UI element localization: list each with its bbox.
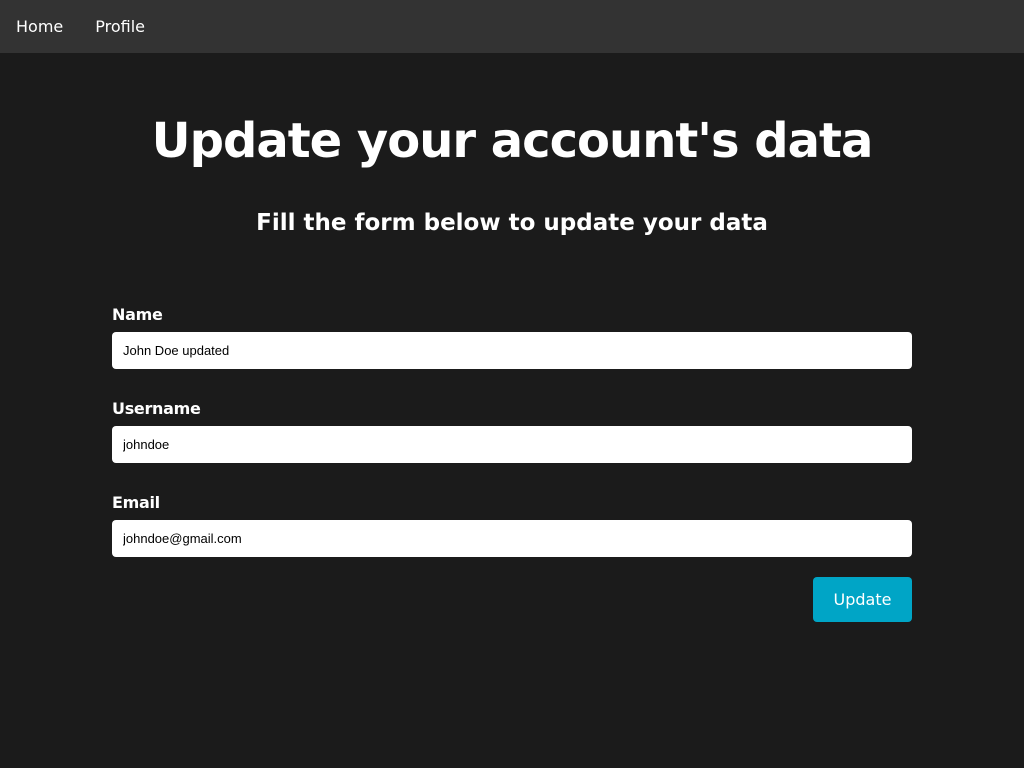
- page-title: Update your account's data: [151, 113, 874, 169]
- form-actions: Update: [112, 577, 912, 622]
- name-input[interactable]: [112, 332, 912, 369]
- top-navbar: Home Profile: [0, 0, 1024, 53]
- email-label: Email: [112, 493, 160, 512]
- nav-link-home[interactable]: Home: [16, 17, 63, 36]
- page-subtitle: Fill the form below to update your data: [256, 210, 768, 236]
- main-content: Update your account's data Fill the form…: [0, 53, 1024, 768]
- email-input[interactable]: [112, 520, 912, 557]
- update-account-form: Name Username Email Update: [112, 305, 912, 622]
- username-label: Username: [112, 399, 201, 418]
- update-button[interactable]: Update: [813, 577, 912, 622]
- nav-link-profile[interactable]: Profile: [95, 17, 145, 36]
- username-input[interactable]: [112, 426, 912, 463]
- name-label: Name: [112, 305, 163, 324]
